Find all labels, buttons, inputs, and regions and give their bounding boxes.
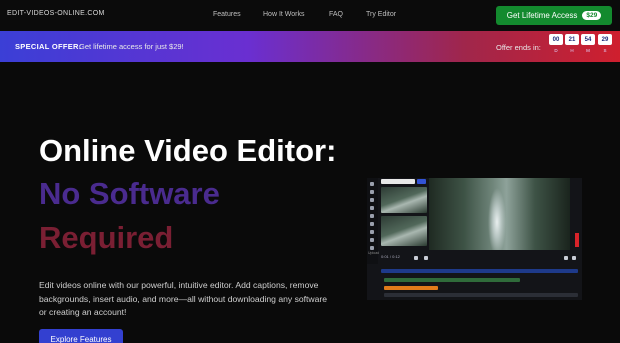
timeline-track-empty <box>384 293 578 297</box>
offer-label: SPECIAL OFFER: <box>15 42 82 51</box>
hero-title-line1: Online Video Editor: <box>39 133 337 168</box>
countdown-days-value: 00 <box>549 34 563 45</box>
countdown-hours: 21 H <box>565 34 579 53</box>
nav-link-faq[interactable]: FAQ <box>329 11 343 18</box>
countdown-minutes: 54 M <box>581 34 595 53</box>
countdown-seconds: 29 S <box>598 34 612 53</box>
hero-title-line3: Required <box>39 220 174 255</box>
countdown-days-unit: D <box>554 48 558 53</box>
countdown-minutes-value: 54 <box>581 34 595 45</box>
preview-marker <box>575 233 579 247</box>
sidebar-icon <box>370 214 374 218</box>
nav-link-features[interactable]: Features <box>213 11 241 18</box>
sidebar-icon <box>370 198 374 202</box>
nav-link-how-it-works[interactable]: How It Works <box>263 11 305 18</box>
hero-description: Edit videos online with our powerful, in… <box>39 280 328 317</box>
editor-sidebar: Upload <box>367 178 380 264</box>
timeline-track-caption <box>384 286 438 290</box>
sidebar-icon <box>370 238 374 242</box>
sidebar-icon <box>370 230 374 234</box>
sidebar-upload-label: Upload <box>368 251 380 255</box>
get-lifetime-access-button[interactable]: Get Lifetime Access $29 <box>496 6 612 25</box>
sidebar-icon <box>370 246 374 250</box>
sidebar-icon <box>370 206 374 210</box>
editor-screenshot: Upload 0:01 / 0:12 <box>367 178 582 300</box>
playback-controls: 0:01 / 0:12 <box>378 254 578 262</box>
video-preview <box>429 178 570 250</box>
hero-title-line2: No Software <box>39 176 220 211</box>
cta-label: Get Lifetime Access <box>506 11 578 20</box>
cta-price-badge: $29 <box>582 11 602 20</box>
play-icon <box>414 256 418 260</box>
offer-text: Get lifetime access for just $29! <box>79 42 184 51</box>
countdown-seconds-unit: S <box>603 48 607 53</box>
media-thumbnail <box>381 187 427 213</box>
media-thumbnail <box>381 216 427 246</box>
timeline-track-audio <box>384 278 520 282</box>
sidebar-icon <box>370 190 374 194</box>
nav-link-try-editor[interactable]: Try Editor <box>366 11 396 18</box>
sidebar-icon <box>370 182 374 186</box>
countdown-seconds-value: 29 <box>598 34 612 45</box>
top-nav: EDIT-VIDEOS-ONLINE.COM Features How It W… <box>0 0 620 31</box>
special-offer-banner: SPECIAL OFFER: Get lifetime access for j… <box>0 31 620 62</box>
countdown-hours-value: 21 <box>565 34 579 45</box>
explore-features-button[interactable]: Explore Features <box>39 329 123 343</box>
settings-icon <box>572 256 576 260</box>
countdown-hours-unit: H <box>570 48 574 53</box>
countdown-minutes-unit: M <box>586 48 590 53</box>
timecode: 0:01 / 0:12 <box>381 254 400 259</box>
media-search-button <box>417 179 426 184</box>
site-logo[interactable]: EDIT-VIDEOS-ONLINE.COM <box>7 10 105 17</box>
pause-icon <box>424 256 428 260</box>
countdown-days: 00 D <box>549 34 563 53</box>
fullscreen-icon <box>564 256 568 260</box>
sidebar-icon <box>370 222 374 226</box>
timeline-track-video <box>381 269 578 273</box>
offer-ends-label: Offer ends in: <box>496 43 541 52</box>
media-search-input <box>381 179 415 184</box>
